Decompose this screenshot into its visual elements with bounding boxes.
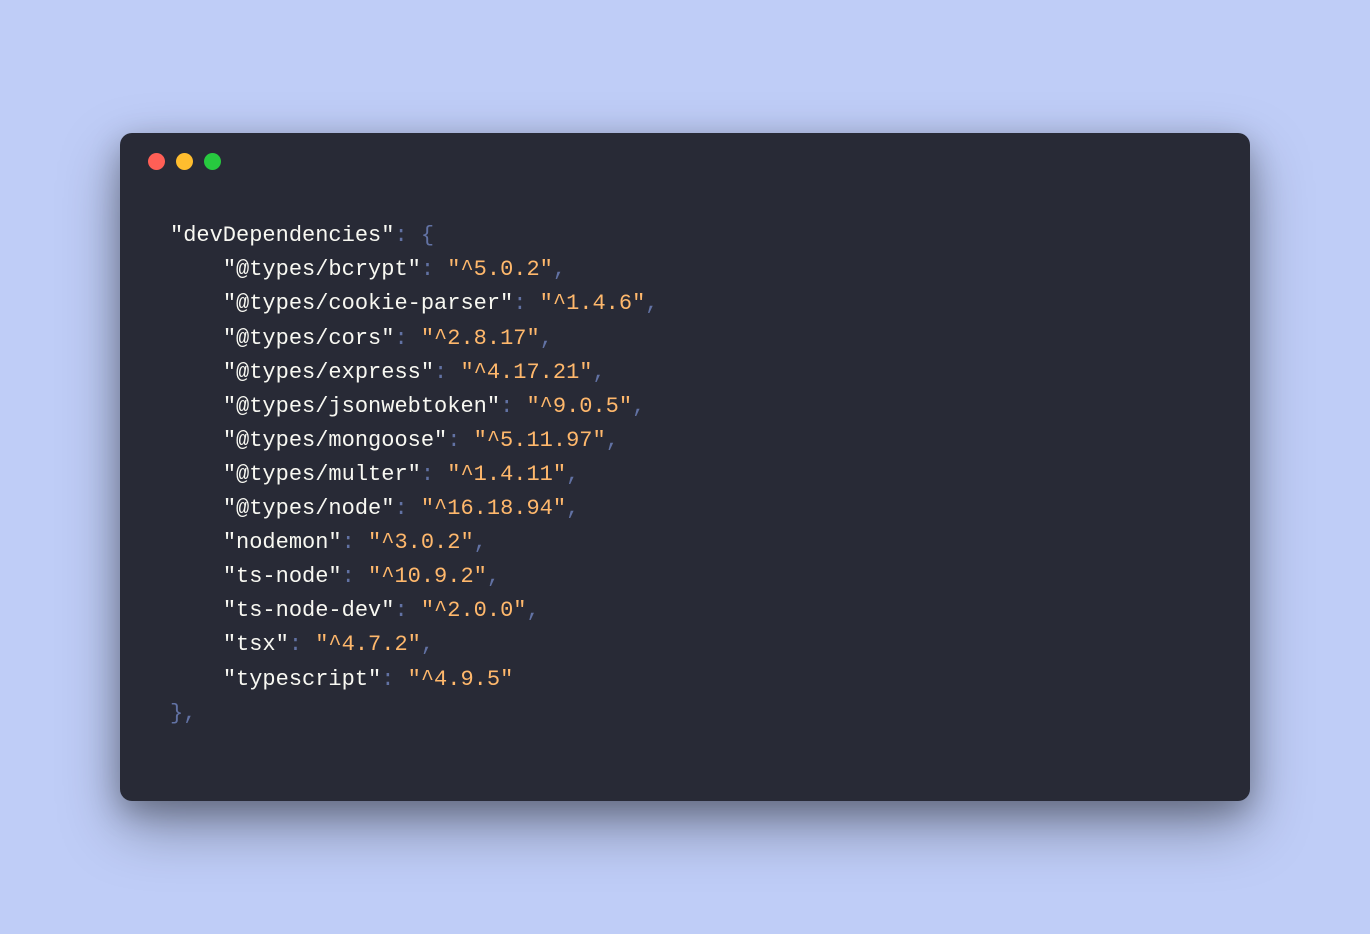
dep-key: "@types/cookie-parser" [223, 291, 513, 316]
colon: : [342, 530, 368, 555]
dep-key: "@types/multer" [223, 462, 421, 487]
dep-key: "ts-node-dev" [223, 598, 395, 623]
comma: , [421, 632, 434, 657]
colon: : { [394, 223, 434, 248]
minimize-icon[interactable] [176, 153, 193, 170]
comma: , [566, 496, 579, 521]
colon: : [394, 598, 420, 623]
dep-key: "@types/bcrypt" [223, 257, 421, 282]
close-icon[interactable] [148, 153, 165, 170]
dep-value: "^5.11.97" [474, 428, 606, 453]
dep-key: "nodemon" [223, 530, 342, 555]
colon: : [513, 291, 539, 316]
comma: , [553, 257, 566, 282]
colon: : [394, 326, 420, 351]
comma: , [592, 360, 605, 385]
titlebar [120, 133, 1250, 189]
colon: : [421, 462, 447, 487]
close-brace: }, [170, 701, 196, 726]
dep-key: "@types/cors" [223, 326, 395, 351]
comma: , [645, 291, 658, 316]
dep-value: "^16.18.94" [421, 496, 566, 521]
colon: : [289, 632, 315, 657]
dep-value: "^3.0.2" [368, 530, 474, 555]
dep-value: "^4.7.2" [315, 632, 421, 657]
comma: , [487, 564, 500, 589]
colon: : [381, 667, 407, 692]
colon: : [421, 257, 447, 282]
dep-key: "typescript" [223, 667, 381, 692]
dep-key: "@types/node" [223, 496, 395, 521]
colon: : [434, 360, 460, 385]
colon: : [500, 394, 526, 419]
colon: : [447, 428, 473, 453]
comma: , [540, 326, 553, 351]
dep-key: "@types/mongoose" [223, 428, 447, 453]
comma: , [566, 462, 579, 487]
dep-value: "^2.8.17" [421, 326, 540, 351]
dep-key: "@types/jsonwebtoken" [223, 394, 500, 419]
colon: : [342, 564, 368, 589]
comma: , [606, 428, 619, 453]
dep-value: "^10.9.2" [368, 564, 487, 589]
dep-value: "^1.4.6" [540, 291, 646, 316]
maximize-icon[interactable] [204, 153, 221, 170]
dep-value: "^1.4.11" [447, 462, 566, 487]
dep-key: "@types/express" [223, 360, 434, 385]
code-window: "devDependencies": { "@types/bcrypt": "^… [120, 133, 1250, 800]
dep-value: "^4.17.21" [460, 360, 592, 385]
dep-key: "tsx" [223, 632, 289, 657]
dep-key: "ts-node" [223, 564, 342, 589]
section-key: "devDependencies" [170, 223, 394, 248]
dep-value: "^4.9.5" [408, 667, 514, 692]
comma: , [526, 598, 539, 623]
dep-value: "^9.0.5" [526, 394, 632, 419]
dep-value: "^5.0.2" [447, 257, 553, 282]
comma: , [632, 394, 645, 419]
code-block: "devDependencies": { "@types/bcrypt": "^… [120, 189, 1250, 750]
colon: : [394, 496, 420, 521]
comma: , [474, 530, 487, 555]
dep-value: "^2.0.0" [421, 598, 527, 623]
